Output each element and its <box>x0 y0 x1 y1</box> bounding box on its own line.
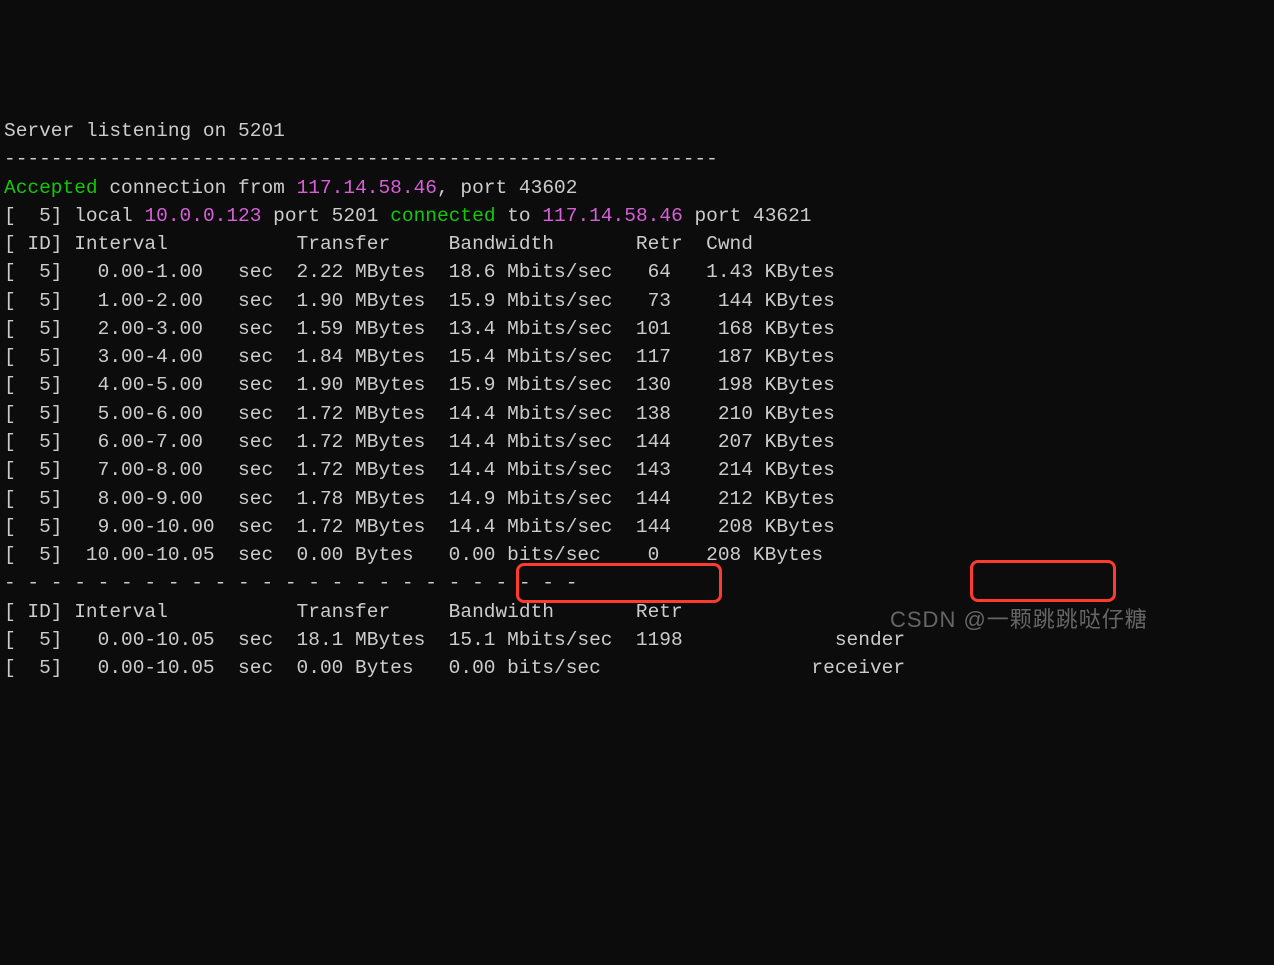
table-row: [ 5] 5.00-6.00 sec 1.72 MBytes 14.4 Mbit… <box>4 403 835 425</box>
watermark-text: CSDN @一颗跳跳哒仔糖 <box>890 604 1148 636</box>
accepted-text: connection from <box>98 177 297 199</box>
local-port2: port 43621 <box>683 205 812 227</box>
divider-line: ----------------------------------------… <box>4 148 718 170</box>
table-header: [ ID] Interval Transfer Bandwidth Retr C… <box>4 233 753 255</box>
terminal-output: Server listening on 5201 ---------------… <box>4 117 1270 682</box>
table-row: [ 5] 6.00-7.00 sec 1.72 MBytes 14.4 Mbit… <box>4 431 835 453</box>
table-row: [ 5] 1.00-2.00 sec 1.90 MBytes 15.9 Mbit… <box>4 290 835 312</box>
local-prefix: [ 5] local <box>4 205 144 227</box>
divider-dashed: - - - - - - - - - - - - - - - - - - - - … <box>4 572 577 594</box>
local-ip: 10.0.0.123 <box>144 205 261 227</box>
local-mid2: to <box>496 205 543 227</box>
table-row: [ 5] 10.00-10.05 sec 0.00 Bytes 0.00 bit… <box>4 544 823 566</box>
table-row: [ 5] 3.00-4.00 sec 1.84 MBytes 15.4 Mbit… <box>4 346 835 368</box>
remote-ip: 117.14.58.46 <box>542 205 682 227</box>
table-row: [ 5] 9.00-10.00 sec 1.72 MBytes 14.4 Mbi… <box>4 516 835 538</box>
table-row: [ 5] 4.00-5.00 sec 1.90 MBytes 15.9 Mbit… <box>4 374 835 396</box>
server-listening-line: Server listening on 5201 <box>4 120 285 142</box>
accepted-word: Accepted <box>4 177 98 199</box>
summary-row-receiver: [ 5] 0.00-10.05 sec 0.00 Bytes 0.00 bits… <box>4 657 905 679</box>
summary-row-sender: [ 5] 0.00-10.05 sec 18.1 MBytes 15.1 Mbi… <box>4 629 905 651</box>
table-row: [ 5] 7.00-8.00 sec 1.72 MBytes 14.4 Mbit… <box>4 459 835 481</box>
table-row: [ 5] 2.00-3.00 sec 1.59 MBytes 13.4 Mbit… <box>4 318 835 340</box>
accepted-port: , port 43602 <box>437 177 577 199</box>
connected-word: connected <box>390 205 495 227</box>
table-row: [ 5] 8.00-9.00 sec 1.78 MBytes 14.9 Mbit… <box>4 488 835 510</box>
table-row: [ 5] 0.00-1.00 sec 2.22 MBytes 18.6 Mbit… <box>4 261 835 283</box>
client-ip: 117.14.58.46 <box>297 177 437 199</box>
summary-header: [ ID] Interval Transfer Bandwidth Retr <box>4 601 683 623</box>
local-mid1: port 5201 <box>261 205 390 227</box>
